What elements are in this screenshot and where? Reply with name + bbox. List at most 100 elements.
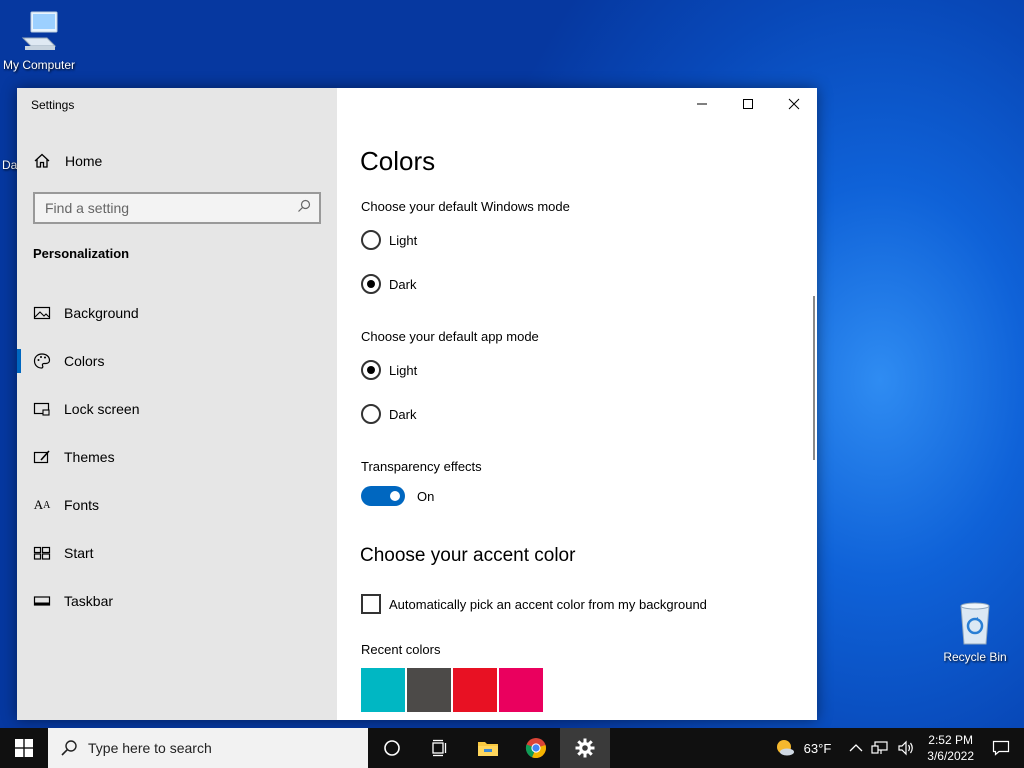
partial-desktop-icon-label: Da xyxy=(2,158,18,172)
temperature: 63°F xyxy=(803,740,832,756)
nav-item-label: Taskbar xyxy=(64,593,114,609)
close-icon xyxy=(788,98,800,110)
personalization-heading: Personalization xyxy=(33,246,130,261)
nav-item-colors[interactable]: Colors xyxy=(17,337,337,385)
weather-sun-icon xyxy=(776,740,794,756)
accent-color-heading: Choose your accent color xyxy=(360,545,576,566)
windows-mode-label: Choose your default Windows mode xyxy=(361,199,570,214)
taskbar-icon xyxy=(33,592,51,610)
recent-colors-swatches xyxy=(361,668,545,712)
computer-icon xyxy=(17,10,61,54)
app-mode-label: Choose your default app mode xyxy=(361,329,539,344)
fonts-icon: AA xyxy=(33,497,51,512)
nav-item-background[interactable]: Background xyxy=(17,289,337,337)
auto-accent-checkbox[interactable] xyxy=(361,594,381,614)
speaker-icon xyxy=(898,740,914,756)
radio-label: Light xyxy=(389,232,418,248)
system-tray: 63°F 2:52 PM 3/6/2022 xyxy=(770,728,1024,768)
palette-icon xyxy=(33,352,51,370)
color-swatch[interactable] xyxy=(453,668,497,712)
home-icon xyxy=(33,152,51,170)
recent-colors-label: Recent colors xyxy=(361,642,441,657)
volume-button[interactable] xyxy=(893,728,919,768)
minimize-icon xyxy=(697,103,707,105)
page-title: Colors xyxy=(360,146,436,176)
maximize-button[interactable] xyxy=(725,88,771,120)
cortana-button[interactable] xyxy=(368,728,416,768)
taskbar: Type here to search 63°F 2:52 PM 3/6/202… xyxy=(0,728,1024,768)
windows-mode-light-radio[interactable]: Light xyxy=(361,230,417,250)
network-button[interactable] xyxy=(867,728,893,768)
checkbox-label: Automatically pick an accent color from … xyxy=(389,596,707,612)
auto-accent-checkbox-row[interactable]: Automatically pick an accent color from … xyxy=(361,594,707,614)
taskbar-search-box[interactable]: Type here to search xyxy=(48,728,368,768)
chrome-icon xyxy=(525,738,546,759)
nav-item-start[interactable]: Start xyxy=(17,529,337,577)
toggle-state-label: On xyxy=(417,488,435,504)
windows-logo-icon xyxy=(15,739,33,757)
minimize-button[interactable] xyxy=(679,88,725,120)
color-swatch[interactable] xyxy=(361,668,405,712)
transparency-toggle[interactable] xyxy=(361,486,405,506)
settings-taskbar-button[interactable] xyxy=(560,728,610,768)
taskbar-search-placeholder: Type here to search xyxy=(88,740,212,756)
clock-time: 2:52 PM xyxy=(928,733,973,747)
recycle-bin-icon xyxy=(953,600,997,646)
start-button[interactable] xyxy=(0,728,48,768)
maximize-icon xyxy=(743,99,753,109)
find-setting-input[interactable] xyxy=(45,200,297,216)
transparency-label: Transparency effects xyxy=(361,459,482,474)
clock-date: 3/6/2022 xyxy=(927,749,974,763)
cortana-icon xyxy=(384,740,400,756)
nav-item-label: Lock screen xyxy=(64,401,140,417)
home-label: Home xyxy=(65,153,103,169)
nav-item-themes[interactable]: Themes xyxy=(17,433,337,481)
caption-buttons xyxy=(679,88,817,120)
notifications-button[interactable] xyxy=(982,728,1024,768)
themes-icon xyxy=(33,448,51,466)
home-nav-item[interactable]: Home xyxy=(33,150,102,172)
radio-button[interactable] xyxy=(361,274,381,294)
notification-icon xyxy=(992,740,1010,756)
weather-widget[interactable]: 63°F xyxy=(770,728,836,768)
radio-button[interactable] xyxy=(361,360,381,380)
radio-button[interactable] xyxy=(361,230,381,250)
app-mode-dark-radio[interactable]: Dark xyxy=(361,404,416,424)
recycle-bin-desktop-icon[interactable]: Recycle Bin xyxy=(935,600,1015,664)
nav-item-fonts[interactable]: AA Fonts xyxy=(17,481,337,529)
my-computer-desktop-icon[interactable]: My Computer xyxy=(0,10,79,72)
chevron-up-icon xyxy=(849,744,863,752)
radio-label: Dark xyxy=(389,276,417,292)
color-swatch[interactable] xyxy=(407,668,451,712)
window-title: Settings xyxy=(31,98,75,112)
network-icon xyxy=(871,741,888,754)
folder-icon xyxy=(478,742,498,756)
radio-label: Dark xyxy=(389,406,417,422)
radio-button[interactable] xyxy=(361,404,381,424)
image-icon xyxy=(33,304,51,322)
nav-item-taskbar[interactable]: Taskbar xyxy=(17,577,337,625)
close-button[interactable] xyxy=(771,88,817,120)
task-view-button[interactable] xyxy=(416,728,464,768)
color-swatch[interactable] xyxy=(499,668,543,712)
my-computer-label: My Computer xyxy=(2,58,76,72)
windows-mode-dark-radio[interactable]: Dark xyxy=(361,274,416,294)
transparency-toggle-row: On xyxy=(361,486,434,506)
nav-item-lock-screen[interactable]: Lock screen xyxy=(17,385,337,433)
nav-item-label: Colors xyxy=(64,353,105,369)
chrome-button[interactable] xyxy=(512,728,560,768)
settings-window: Settings Home Personalization Background xyxy=(17,88,817,720)
scrollbar[interactable] xyxy=(813,296,815,460)
nav-item-label: Background xyxy=(64,305,139,321)
app-mode-light-radio[interactable]: Light xyxy=(361,360,417,380)
radio-label: Light xyxy=(389,362,418,378)
file-explorer-button[interactable] xyxy=(464,728,512,768)
show-hidden-icons-button[interactable] xyxy=(845,728,867,768)
search-icon xyxy=(61,740,77,756)
settings-sidebar: Settings Home Personalization Background xyxy=(17,88,337,720)
nav-item-label: Fonts xyxy=(64,497,100,513)
personalization-nav: Background Colors Lock screen Themes A A… xyxy=(17,289,337,625)
search-icon[interactable] xyxy=(297,199,311,218)
clock[interactable]: 2:52 PM 3/6/2022 xyxy=(919,732,982,764)
find-setting-search-box[interactable] xyxy=(33,192,321,224)
